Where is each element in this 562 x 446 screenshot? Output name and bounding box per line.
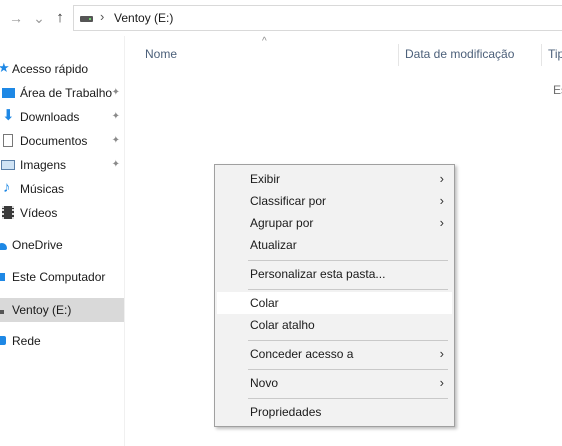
column-header-type[interactable]: Tip bbox=[548, 47, 562, 61]
image-icon bbox=[1, 160, 15, 170]
sidebar-item-onedrive[interactable]: OneDrive bbox=[0, 234, 124, 256]
drive-icon bbox=[0, 310, 4, 314]
pin-icon[interactable]: ✦ bbox=[112, 106, 120, 128]
submenu-arrow-icon: › bbox=[439, 193, 444, 208]
menu-item-label: Colar atalho bbox=[250, 318, 315, 332]
computer-icon bbox=[0, 273, 5, 281]
menu-item-label: Classificar por bbox=[250, 194, 327, 208]
menu-separator bbox=[248, 340, 448, 341]
column-header-name[interactable]: Nome bbox=[145, 47, 177, 61]
submenu-arrow-icon: › bbox=[439, 171, 444, 186]
menu-item-label: Personalizar esta pasta... bbox=[250, 267, 386, 281]
music-note-icon: ♪ bbox=[3, 179, 11, 196]
submenu-arrow-icon: › bbox=[439, 375, 444, 390]
menu-item-group-by[interactable]: Agrupar por › bbox=[217, 212, 452, 234]
menu-item-view[interactable]: Exibir › bbox=[217, 168, 452, 190]
pin-icon[interactable]: ✦ bbox=[112, 130, 120, 152]
sidebar-item-documents[interactable]: Documentos ✦ bbox=[0, 130, 124, 152]
sidebar-item-label: Acesso rápido bbox=[12, 62, 89, 76]
partial-status-text: Es bbox=[553, 83, 562, 97]
sidebar-item-label: Este Computador bbox=[12, 270, 106, 284]
menu-item-label: Atualizar bbox=[250, 238, 297, 252]
address-bar[interactable]: › Ventoy (E:) bbox=[73, 5, 562, 31]
column-divider[interactable] bbox=[398, 44, 399, 66]
film-icon bbox=[2, 206, 14, 219]
sidebar-item-label: Ventoy (E:) bbox=[12, 303, 72, 317]
sidebar-item-label: Imagens bbox=[20, 158, 67, 172]
sidebar-item-pictures[interactable]: Imagens ✦ bbox=[0, 154, 124, 176]
menu-item-paste[interactable]: Colar bbox=[217, 292, 452, 314]
network-icon bbox=[0, 336, 6, 345]
sidebar-item-desktop[interactable]: Área de Trabalho ✦ bbox=[0, 82, 124, 104]
context-menu: Exibir › Classificar por › Agrupar por ›… bbox=[214, 164, 455, 427]
pin-icon[interactable]: ✦ bbox=[112, 82, 120, 104]
sidebar-item-music[interactable]: ♪ Músicas bbox=[0, 178, 124, 200]
menu-separator bbox=[248, 260, 448, 261]
menu-item-paste-shortcut[interactable]: Colar atalho bbox=[217, 314, 452, 336]
sidebar-item-label: Rede bbox=[12, 334, 41, 348]
menu-separator bbox=[248, 289, 448, 290]
navigation-pane: ★ Acesso rápido Área de Trabalho ✦ ⬇ Dow… bbox=[0, 36, 125, 446]
menu-separator bbox=[248, 398, 448, 399]
sidebar-item-label: OneDrive bbox=[12, 238, 63, 252]
star-icon: ★ bbox=[0, 60, 10, 75]
document-icon bbox=[3, 134, 13, 147]
menu-item-refresh[interactable]: Atualizar bbox=[217, 234, 452, 256]
column-divider[interactable] bbox=[541, 44, 542, 66]
menu-item-properties[interactable]: Propriedades bbox=[217, 401, 452, 423]
menu-item-label: Exibir bbox=[250, 172, 281, 186]
menu-item-sort-by[interactable]: Classificar por › bbox=[217, 190, 452, 212]
sidebar-item-quick-access[interactable]: ★ Acesso rápido bbox=[0, 58, 124, 80]
breadcrumb-current[interactable]: Ventoy (E:) bbox=[114, 11, 173, 25]
sidebar-item-ventoy[interactable]: Ventoy (E:) bbox=[0, 298, 124, 322]
menu-item-label: Agrupar por bbox=[250, 216, 314, 230]
sidebar-item-label: Músicas bbox=[20, 182, 65, 196]
menu-item-new[interactable]: Novo › bbox=[217, 372, 452, 394]
menu-item-customize-folder[interactable]: Personalizar esta pasta... bbox=[217, 263, 452, 285]
breadcrumb-separator: › bbox=[100, 9, 105, 24]
sidebar-item-label: Área de Trabalho bbox=[20, 86, 113, 100]
column-header-modified[interactable]: Data de modificação bbox=[405, 47, 514, 61]
forward-arrow-icon[interactable]: → bbox=[8, 9, 24, 27]
sidebar-item-network[interactable]: Rede bbox=[0, 330, 124, 352]
address-toolbar: → ⌄ ↑ › Ventoy (E:) bbox=[0, 0, 562, 36]
menu-separator bbox=[248, 369, 448, 370]
submenu-arrow-icon: › bbox=[439, 346, 444, 361]
sort-ascending-icon: ^ bbox=[262, 36, 267, 47]
menu-item-label: Novo bbox=[250, 376, 279, 390]
pin-icon[interactable]: ✦ bbox=[112, 154, 120, 176]
sidebar-item-videos[interactable]: Vídeos bbox=[0, 202, 124, 224]
drive-icon bbox=[80, 16, 93, 22]
sidebar-item-label: Vídeos bbox=[20, 206, 58, 220]
sidebar-item-label: Documentos bbox=[20, 134, 88, 148]
menu-item-label: Colar bbox=[250, 296, 279, 310]
cloud-icon bbox=[0, 243, 7, 250]
recent-locations-chevron-icon[interactable]: ⌄ bbox=[31, 9, 47, 27]
desktop-icon bbox=[2, 88, 15, 98]
menu-item-give-access[interactable]: Conceder acesso a › bbox=[217, 343, 452, 365]
sidebar-item-label: Downloads bbox=[20, 110, 80, 124]
up-arrow-icon[interactable]: ↑ bbox=[52, 9, 68, 27]
sidebar-item-this-pc[interactable]: Este Computador bbox=[0, 266, 124, 288]
submenu-arrow-icon: › bbox=[439, 215, 444, 230]
download-arrow-icon: ⬇ bbox=[2, 107, 15, 124]
menu-item-label: Conceder acesso a bbox=[250, 347, 354, 361]
menu-item-label: Propriedades bbox=[250, 405, 322, 419]
sidebar-item-downloads[interactable]: ⬇ Downloads ✦ bbox=[0, 106, 124, 128]
